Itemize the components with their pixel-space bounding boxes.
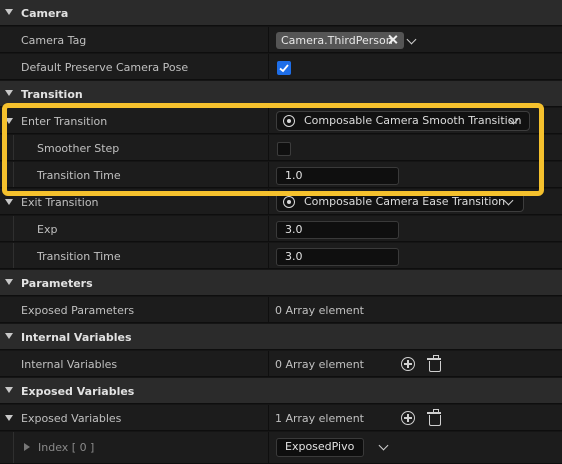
category-internal-variables[interactable]: Internal Variables [0,324,562,350]
expand-arrow-icon[interactable] [5,118,13,124]
collapse-arrow-icon[interactable] [5,90,13,96]
property-label: Transition Time [37,250,121,263]
dropdown-value: Composable Camera Smooth Transition [304,114,522,127]
expand-arrow-icon[interactable] [5,415,13,421]
collapse-arrow-icon[interactable] [5,387,13,393]
column-divider[interactable] [268,216,269,241]
category-label: Parameters [21,277,93,290]
column-divider[interactable] [268,54,269,79]
trash-icon[interactable] [427,409,441,426]
collapse-arrow-icon[interactable] [5,279,13,285]
array-count: 1 Array element [275,412,364,425]
tag-label: Camera.ThirdPerson [281,34,393,47]
property-label: Enter Transition [21,115,108,128]
add-element-icon[interactable] [401,357,415,371]
property-label: Exposed Parameters [21,304,135,317]
column-divider[interactable] [268,432,269,463]
exit-transition-time-input[interactable]: 3.0 [276,248,399,266]
category-label: Camera [21,7,69,20]
column-divider[interactable] [268,135,269,160]
collapse-arrow-icon[interactable] [5,333,13,339]
property-row-camera-tag: Camera Tag Camera.ThirdPerson [0,27,562,53]
property-label: Exp [37,223,58,236]
array-count: 0 Array element [275,304,364,317]
property-row-exposed-parameters: Exposed Parameters 0 Array element [0,297,562,323]
indent-guide [13,216,14,241]
smoother-step-checkbox[interactable] [277,142,291,156]
property-label: Default Preserve Camera Pose [21,61,189,74]
column-divider[interactable] [268,108,269,133]
column-divider[interactable] [268,162,269,187]
exit-transition-dropdown[interactable]: Composable Camera Ease Transition [276,192,524,212]
category-label: Transition [21,88,83,101]
indent-guide [13,432,14,463]
checkmark-icon [279,64,289,73]
property-row-exit-transition: Exit Transition Composable Camera Ease T… [0,189,562,215]
property-row-smoother-step: Smoother Step [0,135,562,161]
expand-arrow-icon[interactable] [24,443,30,451]
indent-guide [13,135,14,160]
property-label: Smoother Step [37,142,120,155]
expand-arrow-icon[interactable] [5,199,13,205]
column-divider[interactable] [268,243,269,268]
property-row-exposed-variables: Exposed Variables 1 Array element [0,405,562,431]
category-parameters[interactable]: Parameters [0,270,562,296]
property-label: Exit Transition [21,196,99,209]
gameplay-tag-chip[interactable]: Camera.ThirdPerson [276,32,404,49]
array-count: 0 Array element [275,358,364,371]
property-label: Exposed Variables [21,412,122,425]
close-icon[interactable] [387,34,398,45]
property-label: Transition Time [37,169,121,182]
class-icon [283,115,295,127]
column-divider[interactable] [268,189,269,214]
property-label: Internal Variables [21,358,118,371]
property-row-preserve-pose: Default Preserve Camera Pose [0,54,562,80]
add-element-icon[interactable] [401,411,415,425]
dropdown-value: Composable Camera Ease Transition [304,195,506,208]
category-label: Internal Variables [21,331,132,344]
category-exposed-variables[interactable]: Exposed Variables [0,378,562,404]
array-index-label: Index [ 0 ] [38,441,95,454]
column-divider[interactable] [268,351,269,376]
trash-icon[interactable] [427,355,441,372]
category-label: Exposed Variables [21,385,135,398]
exp-input[interactable]: 3.0 [276,221,399,239]
column-divider[interactable] [268,405,269,430]
enter-transition-dropdown[interactable]: Composable Camera Smooth Transition [276,111,530,131]
indent-guide [13,162,14,187]
category-camera[interactable]: Camera [0,0,562,26]
column-divider[interactable] [268,297,269,322]
collapse-arrow-icon[interactable] [5,9,13,15]
property-row-exp: Exp 3.0 [0,216,562,242]
property-row-enter-transition-time: Transition Time 1.0 [0,162,562,188]
column-divider[interactable] [268,27,269,52]
property-row-enter-transition: Enter Transition Composable Camera Smoot… [0,108,562,134]
category-transition[interactable]: Transition [0,81,562,107]
property-row-index-0: Index [ 0 ] ExposedPivo [0,432,562,464]
class-icon [283,196,295,208]
property-row-internal-variables: Internal Variables 0 Array element [0,351,562,377]
property-label: Camera Tag [21,34,87,47]
preserve-pose-checkbox[interactable] [277,61,291,75]
chevron-down-icon[interactable] [406,34,417,45]
chevron-down-icon[interactable] [378,440,389,451]
indent-guide [13,243,14,268]
enter-transition-time-input[interactable]: 1.0 [276,167,399,185]
property-row-exit-transition-time: Transition Time 3.0 [0,243,562,269]
exposed-variable-name-input[interactable]: ExposedPivo [276,438,364,457]
